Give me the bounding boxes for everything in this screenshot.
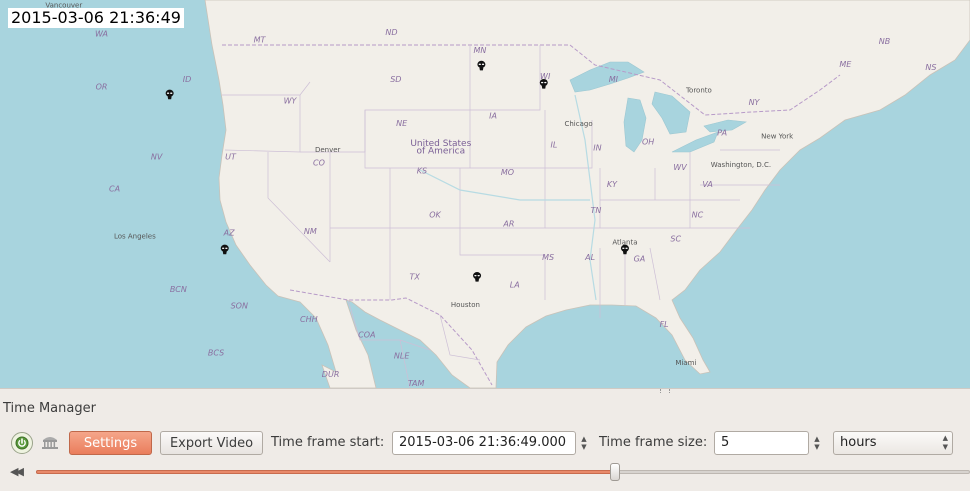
rewind-icon[interactable]: ◀◀ bbox=[10, 465, 24, 478]
time-frame-start-input[interactable]: 2015-03-06 21:36:49.000 bbox=[392, 431, 576, 455]
map-label-state: SD bbox=[390, 75, 401, 84]
map-label-state: NC bbox=[692, 210, 704, 219]
map-label-state: FL bbox=[660, 320, 669, 329]
time-frame-start-spinner[interactable]: ▲ ▼ bbox=[576, 431, 592, 455]
map-label-state: DUR bbox=[322, 370, 340, 379]
basemap: WAORIDMTWYNDSDMNWI MINEIAIL INOHPANYMENV UT… bbox=[0, 0, 970, 388]
map-label-state: NS bbox=[925, 63, 936, 72]
map-timestamp: 2015-03-06 21:36:49 bbox=[8, 8, 184, 28]
spin-up-icon[interactable]: ▲ bbox=[581, 435, 586, 443]
map-label-state: IN bbox=[593, 143, 601, 152]
map-label-state: MI bbox=[609, 75, 619, 84]
map-label-state: TX bbox=[410, 273, 421, 282]
map-label-state: AL bbox=[584, 253, 595, 262]
spin-down-icon[interactable]: ▼ bbox=[581, 443, 586, 451]
time-manager-panel: Time Manager Settings Export Video Time … bbox=[0, 388, 970, 491]
map-label-state: SON bbox=[231, 302, 248, 311]
map-label-state: MN bbox=[474, 46, 487, 55]
map-label-state: MO bbox=[501, 168, 514, 177]
map-label-state: PA bbox=[717, 128, 727, 137]
map-label-state: CO bbox=[313, 159, 325, 168]
dropdown-arrows-icon: ▲ ▼ bbox=[942, 434, 948, 451]
map-label-state: IA bbox=[489, 112, 497, 121]
time-frame-size-input[interactable]: 5 bbox=[714, 431, 809, 455]
map-label-city: New York bbox=[761, 132, 794, 140]
map-label-state: COA bbox=[358, 330, 375, 339]
map-label-state: CHH bbox=[300, 315, 318, 324]
map-label-state: WA bbox=[95, 29, 108, 38]
map-label-state: TN bbox=[591, 206, 602, 215]
map-label-state: OK bbox=[429, 210, 441, 219]
map-label-city: Toronto bbox=[685, 87, 712, 95]
map-label-state: VA bbox=[702, 180, 712, 189]
panel-title: Time Manager bbox=[3, 401, 96, 416]
time-frame-start-label: Time frame start: bbox=[271, 435, 385, 450]
map-label-state: NM bbox=[304, 227, 317, 236]
export-video-button[interactable]: Export Video bbox=[160, 431, 263, 455]
map-label-state: ME bbox=[839, 60, 852, 69]
map-label-state: IL bbox=[550, 140, 557, 149]
panel-resize-handle[interactable] bbox=[660, 389, 670, 393]
map-label-state: MT bbox=[254, 36, 267, 45]
map-label-state: SC bbox=[670, 235, 681, 244]
time-slider-handle[interactable] bbox=[610, 463, 621, 481]
map-label-state: NLE bbox=[394, 352, 410, 361]
spin-up-icon[interactable]: ▲ bbox=[814, 435, 819, 443]
map-label-city: Chicago bbox=[564, 120, 592, 128]
power-icon bbox=[15, 436, 29, 450]
settings-button[interactable]: Settings bbox=[69, 431, 152, 455]
map-label-state: CA bbox=[109, 185, 120, 194]
map-label-state: BCN bbox=[170, 285, 187, 294]
map-label-state: OH bbox=[642, 137, 654, 146]
map-label-state: NB bbox=[879, 37, 890, 46]
archive-icon[interactable] bbox=[41, 434, 59, 450]
map-label-city: Houston bbox=[451, 301, 480, 309]
time-frame-size-spinner[interactable]: ▲ ▼ bbox=[809, 431, 825, 455]
time-slider-fill bbox=[36, 470, 616, 474]
map-label-state: KY bbox=[607, 180, 618, 189]
spin-down-icon[interactable]: ▼ bbox=[814, 443, 819, 451]
map-label-state: TAM bbox=[408, 379, 425, 388]
map-label-state: WV bbox=[673, 163, 687, 172]
map-label-country: of America bbox=[416, 147, 465, 157]
time-unit-value: hours bbox=[840, 435, 877, 450]
map-label-state: UT bbox=[225, 153, 237, 162]
map-label-state: WY bbox=[284, 96, 298, 105]
map-label-state: GA bbox=[634, 254, 646, 263]
map-label-state: NE bbox=[396, 119, 408, 128]
map-label-city: Los Angeles bbox=[114, 233, 156, 241]
map-label-state: MS bbox=[542, 253, 554, 262]
map-label-state: NY bbox=[749, 98, 761, 107]
map-label-city: Miami bbox=[675, 359, 696, 367]
map-label-state: OR bbox=[96, 83, 108, 92]
map-label-state: NV bbox=[151, 153, 163, 162]
map-label-state: AR bbox=[502, 219, 514, 228]
map-label-state: ND bbox=[385, 28, 397, 37]
map-label-state: BCS bbox=[208, 349, 224, 358]
time-frame-size-label: Time frame size: bbox=[599, 435, 708, 450]
map-canvas[interactable]: WA OR ID MT WY ND SD MN WI MI NE IA IL IN OH PA NY ME NV UT… bbox=[0, 0, 970, 388]
time-unit-select[interactable]: hours ▲ ▼ bbox=[833, 431, 953, 455]
map-label-state: LA bbox=[510, 280, 520, 289]
map-label-state: AZ bbox=[223, 229, 235, 238]
map-label-state: KS bbox=[417, 166, 427, 175]
map-label-city: Washington, D.C. bbox=[711, 161, 771, 169]
map-label-city: Denver bbox=[315, 146, 341, 154]
map-label-state: ID bbox=[183, 75, 192, 84]
power-toggle-button[interactable] bbox=[11, 432, 33, 454]
